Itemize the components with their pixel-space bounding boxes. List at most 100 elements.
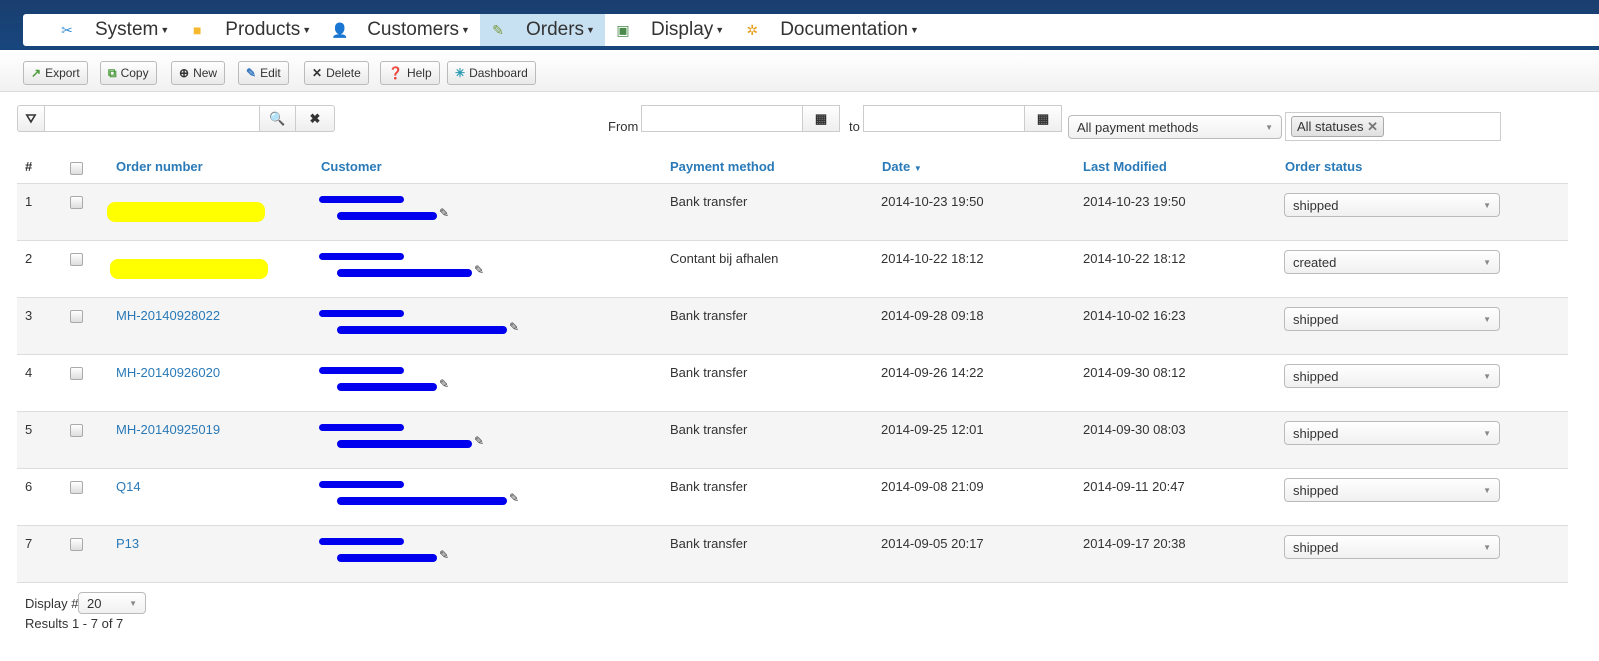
order-status-select[interactable]: shipped ▼ [1284,535,1500,559]
menu-display[interactable]: ▣ Display ▼ [605,14,734,46]
col-payment-method[interactable]: Payment method [670,159,775,174]
to-calendar-button[interactable]: ▦ [1024,105,1062,132]
chevron-down-icon: ▼ [1483,485,1491,495]
search-input[interactable] [44,105,260,132]
display-icon: ▣ [616,22,630,38]
menu-documentation[interactable]: ✲ Documentation ▼ [734,14,929,46]
row-checkbox[interactable] [70,310,83,323]
last-modified: 2014-10-02 16:23 [1083,308,1186,323]
edit-customer-icon[interactable]: ✎ [474,434,484,448]
row-checkbox[interactable] [70,367,83,380]
help-label: Help [406,66,432,80]
col-customer[interactable]: Customer [321,159,382,174]
to-date-input[interactable] [863,105,1025,132]
payment-method-select[interactable]: All payment methods ▼ [1068,115,1282,139]
box-icon: ■ [193,22,202,38]
payment-method: Bank transfer [670,365,748,380]
row-number: 7 [25,536,33,551]
redaction-mark [319,424,404,431]
new-button[interactable]: ⊕ New [171,61,226,85]
order-number-link[interactable]: MH-20140926020 [116,365,220,380]
dashboard-button[interactable]: ✳ Dashboard [447,61,536,85]
order-status-value: created [1293,254,1337,270]
order-status-select[interactable]: shipped ▼ [1284,478,1500,502]
order-status-select[interactable]: created ▼ [1284,250,1500,274]
edit-customer-icon[interactable]: ✎ [439,206,449,220]
help-button[interactable]: ❓ Help [380,61,440,85]
row-checkbox[interactable] [70,481,83,494]
delete-button[interactable]: ✕ Delete [304,61,369,85]
caret-down-icon: ▼ [715,25,725,35]
from-calendar-button[interactable]: ▦ [802,105,840,132]
chevron-down-icon: ▼ [1265,122,1273,132]
display-count-select[interactable]: 20 ▼ [78,592,146,614]
row-checkbox[interactable] [70,538,83,551]
display-count-value: 20 [87,595,102,611]
filter-icon: ⛛ [17,105,45,132]
remove-tag-icon[interactable]: ✕ [1367,119,1378,134]
edit-customer-icon[interactable]: ✎ [474,263,484,277]
row-number: 3 [25,308,33,323]
order-number-link[interactable]: Q14 [116,479,141,494]
toolbar: ↗ Export ⧉ Copy ⊕ New ✎ Edit ✕ Delete ❓ Help ✳… [0,52,1599,92]
order-status-select[interactable]: shipped ▼ [1284,364,1500,388]
copy-icon: ⧉ [108,65,117,80]
col-order-status[interactable]: Order status [1285,159,1362,174]
order-date: 2014-09-05 20:17 [881,536,984,551]
chevron-down-icon: ▼ [1483,371,1491,381]
table-row: 1 ✎ Bank transfer 2014-10-23 19:50 2014-… [17,184,1568,241]
tools-icon: ✂ [61,22,73,38]
menu-label: Documentation [780,19,908,40]
sort-desc-icon: ▼ [913,164,922,173]
order-status-select[interactable]: shipped ▼ [1284,307,1500,331]
from-date-input[interactable] [641,105,803,132]
row-checkbox[interactable] [70,424,83,437]
last-modified: 2014-10-23 19:50 [1083,194,1186,209]
edit-customer-icon[interactable]: ✎ [509,320,519,334]
col-last-modified[interactable]: Last Modified [1083,159,1167,174]
to-label: to [849,119,860,134]
status-filter-input[interactable]: All statuses ✕ [1285,112,1501,141]
col-order-number[interactable]: Order number [116,159,203,174]
menu-system[interactable]: ✂ System ▼ [49,14,179,46]
order-status-select[interactable]: shipped ▼ [1284,193,1500,217]
redaction-mark [319,253,404,260]
row-number: 5 [25,422,33,437]
edit-customer-icon[interactable]: ✎ [439,548,449,562]
export-button[interactable]: ↗ Export [23,61,88,85]
select-all-checkbox[interactable] [70,162,83,175]
last-modified: 2014-09-11 20:47 [1083,479,1185,494]
calendar-icon: ▦ [814,110,828,126]
table-row: 7 P13 ✎ Bank transfer 2014-09-05 20:17 2… [17,526,1568,583]
clear-search-button[interactable]: ✖ [295,105,335,132]
edit-button[interactable]: ✎ Edit [238,61,289,85]
row-checkbox[interactable] [70,196,83,209]
edit-customer-icon[interactable]: ✎ [439,377,449,391]
copy-button[interactable]: ⧉ Copy [100,61,157,85]
redaction-mark [319,196,404,203]
menu-customers[interactable]: 👤 Customers ▼ [321,14,480,46]
redaction-mark [319,367,404,374]
order-number-link[interactable]: MH-20140928022 [116,308,220,323]
table-row: 2 ✎ Contant bij afhalen 2014-10-22 18:12… [17,241,1568,298]
order-date: 2014-10-23 19:50 [881,194,984,209]
redaction-mark [337,383,437,391]
chevron-down-icon: ▼ [129,598,137,608]
order-status-select[interactable]: shipped ▼ [1284,421,1500,445]
order-number-link[interactable]: P13 [116,536,139,551]
edit-customer-icon[interactable]: ✎ [509,491,519,505]
col-num: # [25,159,33,174]
status-tag-label: All statuses [1297,119,1364,134]
redaction-mark [337,554,437,562]
caret-down-icon: ▼ [910,25,919,35]
payment-method: Bank transfer [670,479,748,494]
search-button[interactable]: 🔍 [259,105,296,132]
chevron-down-icon: ▼ [1483,428,1491,438]
menu-orders[interactable]: ✎ Orders ▼ [479,14,605,46]
row-checkbox[interactable] [70,253,83,266]
order-number-link[interactable]: MH-20140925019 [116,422,220,437]
last-modified: 2014-10-22 18:12 [1083,251,1186,266]
order-status-value: shipped [1293,368,1339,384]
menu-products[interactable]: ■ Products ▼ [179,14,321,46]
col-date[interactable]: Date ▼ [882,159,922,174]
